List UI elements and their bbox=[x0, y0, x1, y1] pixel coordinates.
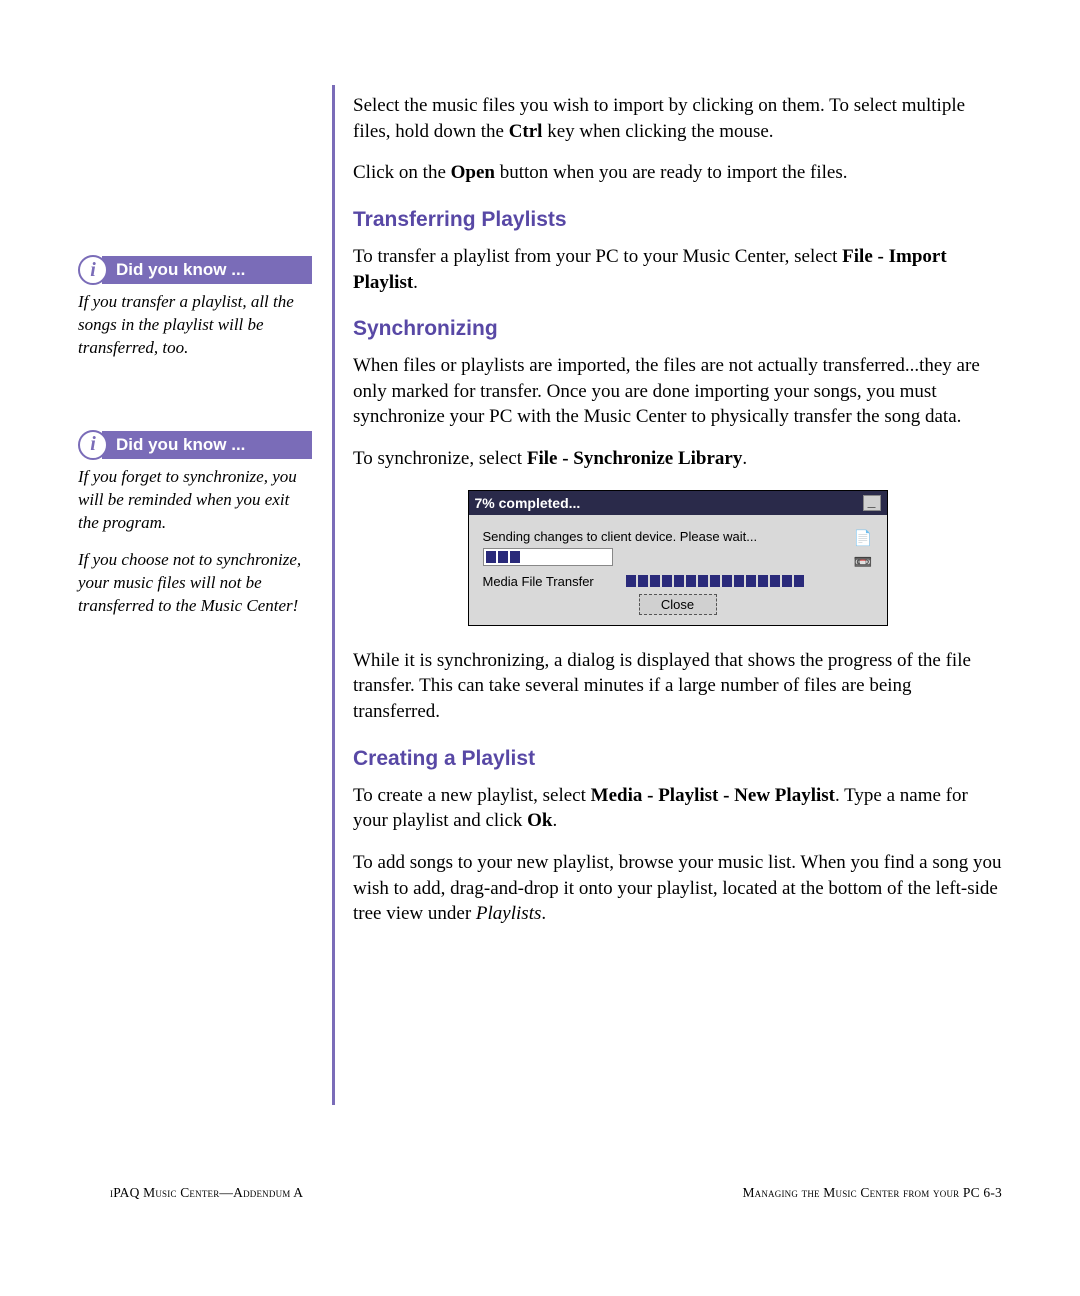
bold-text: Ok bbox=[527, 810, 552, 831]
bold-text: Media - Playlist - New Playlist bbox=[591, 785, 835, 806]
dialog-titlebar: 7% completed... _ bbox=[469, 491, 887, 515]
dialog-message: Sending changes to client device. Please… bbox=[483, 529, 758, 544]
bold-text: File - Synchronize Library bbox=[527, 448, 743, 469]
paragraph: While it is synchronizing, a dialog is d… bbox=[353, 648, 1002, 725]
callout-header: i Did you know ... bbox=[78, 430, 312, 460]
footer-right: Managing the Music Center from your PC 6… bbox=[742, 1185, 1002, 1201]
paragraph: To add songs to your new playlist, brows… bbox=[353, 850, 1002, 927]
text: . bbox=[541, 903, 546, 924]
paragraph: To transfer a playlist from your PC to y… bbox=[353, 244, 1002, 295]
callout-text: If you transfer a playlist, all the song… bbox=[78, 291, 312, 360]
footer-left: iPAQ Music Center—Addendum A bbox=[110, 1185, 303, 1201]
text: button when you are ready to import the … bbox=[495, 162, 847, 183]
sidebar: i Did you know ... If you transfer a pla… bbox=[78, 85, 332, 1105]
paragraph: To synchronize, select File - Synchroniz… bbox=[353, 446, 1002, 472]
text: . bbox=[742, 448, 747, 469]
dialog-row-label: Media File Transfer bbox=[483, 574, 594, 589]
dialog-body-top: Sending changes to client device. Please… bbox=[483, 529, 873, 574]
section-heading-synchronizing: Synchronizing bbox=[353, 317, 1002, 341]
callout-paragraph: If you forget to synchronize, you will b… bbox=[78, 466, 312, 535]
callout-banner: Did you know ... bbox=[102, 256, 312, 284]
section-heading-creating: Creating a Playlist bbox=[353, 747, 1002, 771]
bold-text: Open bbox=[451, 162, 495, 183]
bold-text: Ctrl bbox=[509, 121, 543, 142]
sync-icons: 📄 📼 bbox=[854, 529, 873, 571]
paragraph: Select the music files you wish to impor… bbox=[353, 93, 1002, 144]
page-footer: iPAQ Music Center—Addendum A Managing th… bbox=[110, 1185, 1002, 1201]
italic-text: Playlists bbox=[476, 903, 541, 924]
text: . bbox=[413, 272, 418, 293]
dialog-row: Media File Transfer bbox=[483, 574, 873, 590]
section-heading-transferring: Transferring Playlists bbox=[353, 208, 1002, 232]
paragraph: Click on the Open button when you are re… bbox=[353, 160, 1002, 186]
callout-paragraph: If you choose not to synchronize, your m… bbox=[78, 549, 312, 618]
text: To transfer a playlist from your PC to y… bbox=[353, 246, 842, 267]
paragraph: To create a new playlist, select Media -… bbox=[353, 783, 1002, 834]
dialog-title: 7% completed... bbox=[475, 495, 581, 511]
callout-paragraph: If you transfer a playlist, all the song… bbox=[78, 291, 312, 360]
text: To add songs to your new playlist, brows… bbox=[353, 852, 1001, 924]
callout-text: If you forget to synchronize, you will b… bbox=[78, 466, 312, 618]
callout-box: i Did you know ... If you transfer a pla… bbox=[78, 255, 312, 360]
progress-dialog: 7% completed... _ Sending changes to cli… bbox=[468, 490, 888, 626]
device-icon: 📼 bbox=[854, 553, 873, 571]
progress-dialog-screenshot: 7% completed... _ Sending changes to cli… bbox=[468, 490, 888, 626]
info-icon: i bbox=[78, 255, 108, 285]
minimize-icon: _ bbox=[863, 495, 881, 511]
progress-bar-overall bbox=[483, 548, 613, 566]
main-content: Select the music files you wish to impor… bbox=[335, 85, 1002, 1105]
document-icon: 📄 bbox=[854, 529, 873, 547]
text: . bbox=[553, 810, 558, 831]
paragraph: When files or playlists are imported, th… bbox=[353, 353, 1002, 430]
callout-box: i Did you know ... If you forget to sync… bbox=[78, 430, 312, 618]
progress-bar-file bbox=[626, 574, 856, 590]
text: key when clicking the mouse. bbox=[542, 121, 773, 142]
page-container: i Did you know ... If you transfer a pla… bbox=[78, 85, 1002, 1105]
close-button: Close bbox=[639, 594, 717, 615]
text: Click on the bbox=[353, 162, 451, 183]
callout-header: i Did you know ... bbox=[78, 255, 312, 285]
dialog-body: Sending changes to client device. Please… bbox=[469, 515, 887, 625]
callout-banner: Did you know ... bbox=[102, 431, 312, 459]
text: To create a new playlist, select bbox=[353, 785, 591, 806]
text: To synchronize, select bbox=[353, 448, 527, 469]
info-icon: i bbox=[78, 430, 108, 460]
